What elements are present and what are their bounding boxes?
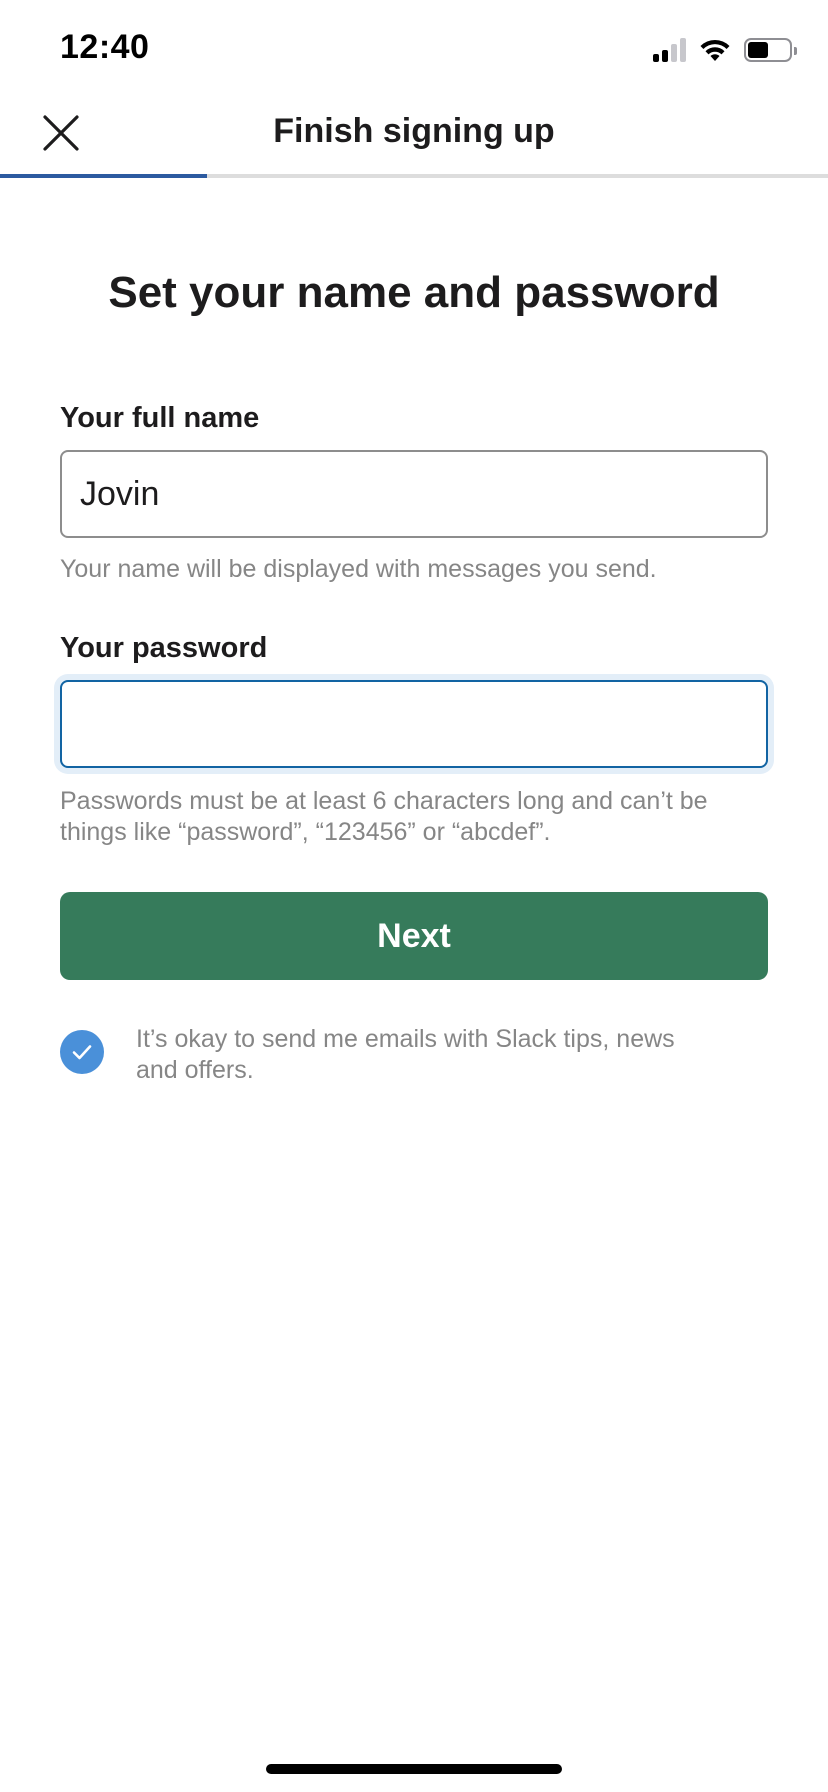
signup-progress-bar: [0, 174, 828, 178]
password-label: Your password: [60, 632, 268, 664]
nav-bar: Finish signing up: [0, 100, 828, 176]
full-name-label: Your full name: [60, 402, 260, 434]
status-time: 12:40: [60, 28, 150, 66]
email-consent-text: It’s okay to send me emails with Slack t…: [136, 1025, 675, 1084]
page-title: Set your name and password: [108, 268, 720, 317]
full-name-hint: Your name will be displayed with message…: [60, 555, 657, 583]
wifi-icon: [700, 39, 730, 61]
signup-progress-fill: [0, 174, 207, 178]
password-hint: Passwords must be at least 6 characters …: [60, 787, 708, 846]
status-icons: [653, 36, 797, 64]
email-consent-checkbox[interactable]: [60, 1030, 104, 1074]
full-name-input[interactable]: [60, 450, 768, 538]
password-input[interactable]: [60, 680, 768, 768]
checkmark-icon: [72, 1045, 92, 1060]
signup-screen: 12:40 Finish signing up Set your name an…: [0, 0, 828, 1792]
cellular-signal-icon: [653, 38, 686, 62]
battery-icon: [744, 38, 797, 62]
nav-title: Finish signing up: [273, 112, 555, 150]
status-bar: 12:40: [0, 0, 828, 100]
next-button[interactable]: Next: [60, 892, 768, 980]
home-indicator: [266, 1764, 562, 1774]
email-consent-row: It’s okay to send me emails with Slack t…: [60, 1024, 768, 1094]
battery-level: [748, 42, 768, 58]
